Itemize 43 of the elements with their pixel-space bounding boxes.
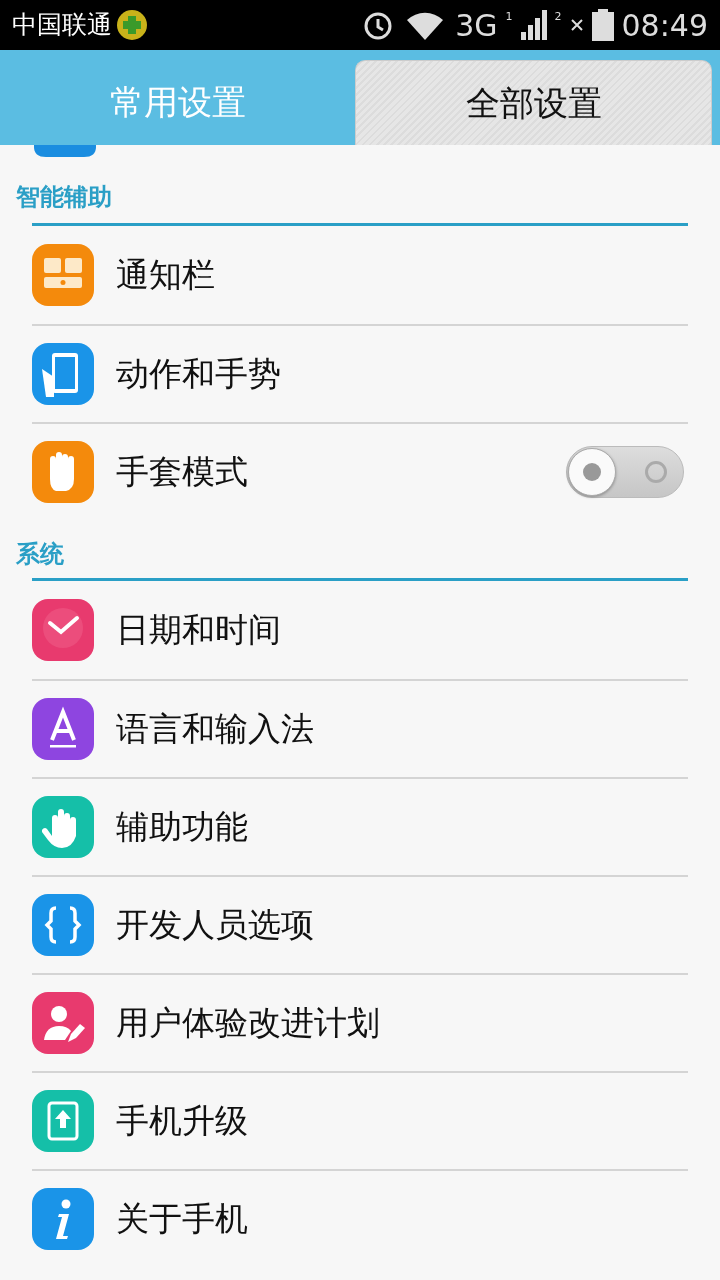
row-label: 日期和时间 — [116, 609, 282, 652]
network-type: 3G — [455, 6, 498, 45]
battery-icon — [591, 9, 614, 41]
row-label: 手套模式 — [116, 451, 249, 494]
settings-item-icon — [34, 145, 96, 157]
row-label: 动作和手势 — [116, 353, 282, 396]
settings-item-icon — [32, 599, 94, 661]
settings-row[interactable]: 日期和时间 — [32, 581, 688, 679]
sim-label: 2 — [554, 10, 562, 22]
settings-item-icon — [32, 343, 94, 405]
settings-row[interactable]: 手机升级 — [32, 1071, 688, 1169]
carrier-name: 中国联通 — [12, 9, 112, 42]
settings-row[interactable]: 手套模式 — [32, 422, 688, 520]
settings-item-icon — [32, 796, 94, 858]
row-label: 用户体验改进计划 — [116, 1002, 381, 1045]
settings-item-icon — [32, 698, 94, 760]
settings-row[interactable]: 开发人员选项 — [32, 875, 688, 973]
tab[interactable]: 全部设置 — [355, 60, 712, 145]
settings-item-icon — [32, 1090, 94, 1152]
no-signal-icon — [569, 18, 584, 32]
settings-item-icon — [32, 244, 94, 306]
section-header: 智能辅助 — [15, 182, 113, 213]
section-header: 系统 — [15, 539, 65, 570]
settings-row[interactable]: 语言和输入法 — [32, 679, 688, 777]
row-label: 通知栏 — [116, 254, 216, 297]
settings-item-icon — [32, 1188, 94, 1250]
row-label: 辅助功能 — [116, 806, 249, 849]
settings-item-icon — [32, 992, 94, 1054]
settings-item-icon — [32, 441, 94, 503]
row-label: 手机升级 — [116, 1100, 249, 1143]
settings-row[interactable]: 用户体验改进计划 — [32, 973, 688, 1071]
settings-row[interactable]: 关于手机 — [32, 1169, 688, 1267]
signal-icon — [520, 10, 547, 40]
settings-row[interactable]: 通知栏 — [32, 226, 688, 324]
row-label: 开发人员选项 — [116, 904, 315, 947]
settings-item-icon — [32, 894, 94, 956]
toggle-switch[interactable] — [566, 446, 684, 498]
row-label: 语言和输入法 — [116, 708, 315, 751]
settings-row[interactable]: 辅助功能 — [32, 777, 688, 875]
clock-time: 08:49 — [621, 6, 708, 45]
settings-row[interactable]: 动作和手势 — [32, 324, 688, 422]
row-label: 关于手机 — [116, 1198, 249, 1241]
sim-label: 1 — [505, 10, 513, 22]
